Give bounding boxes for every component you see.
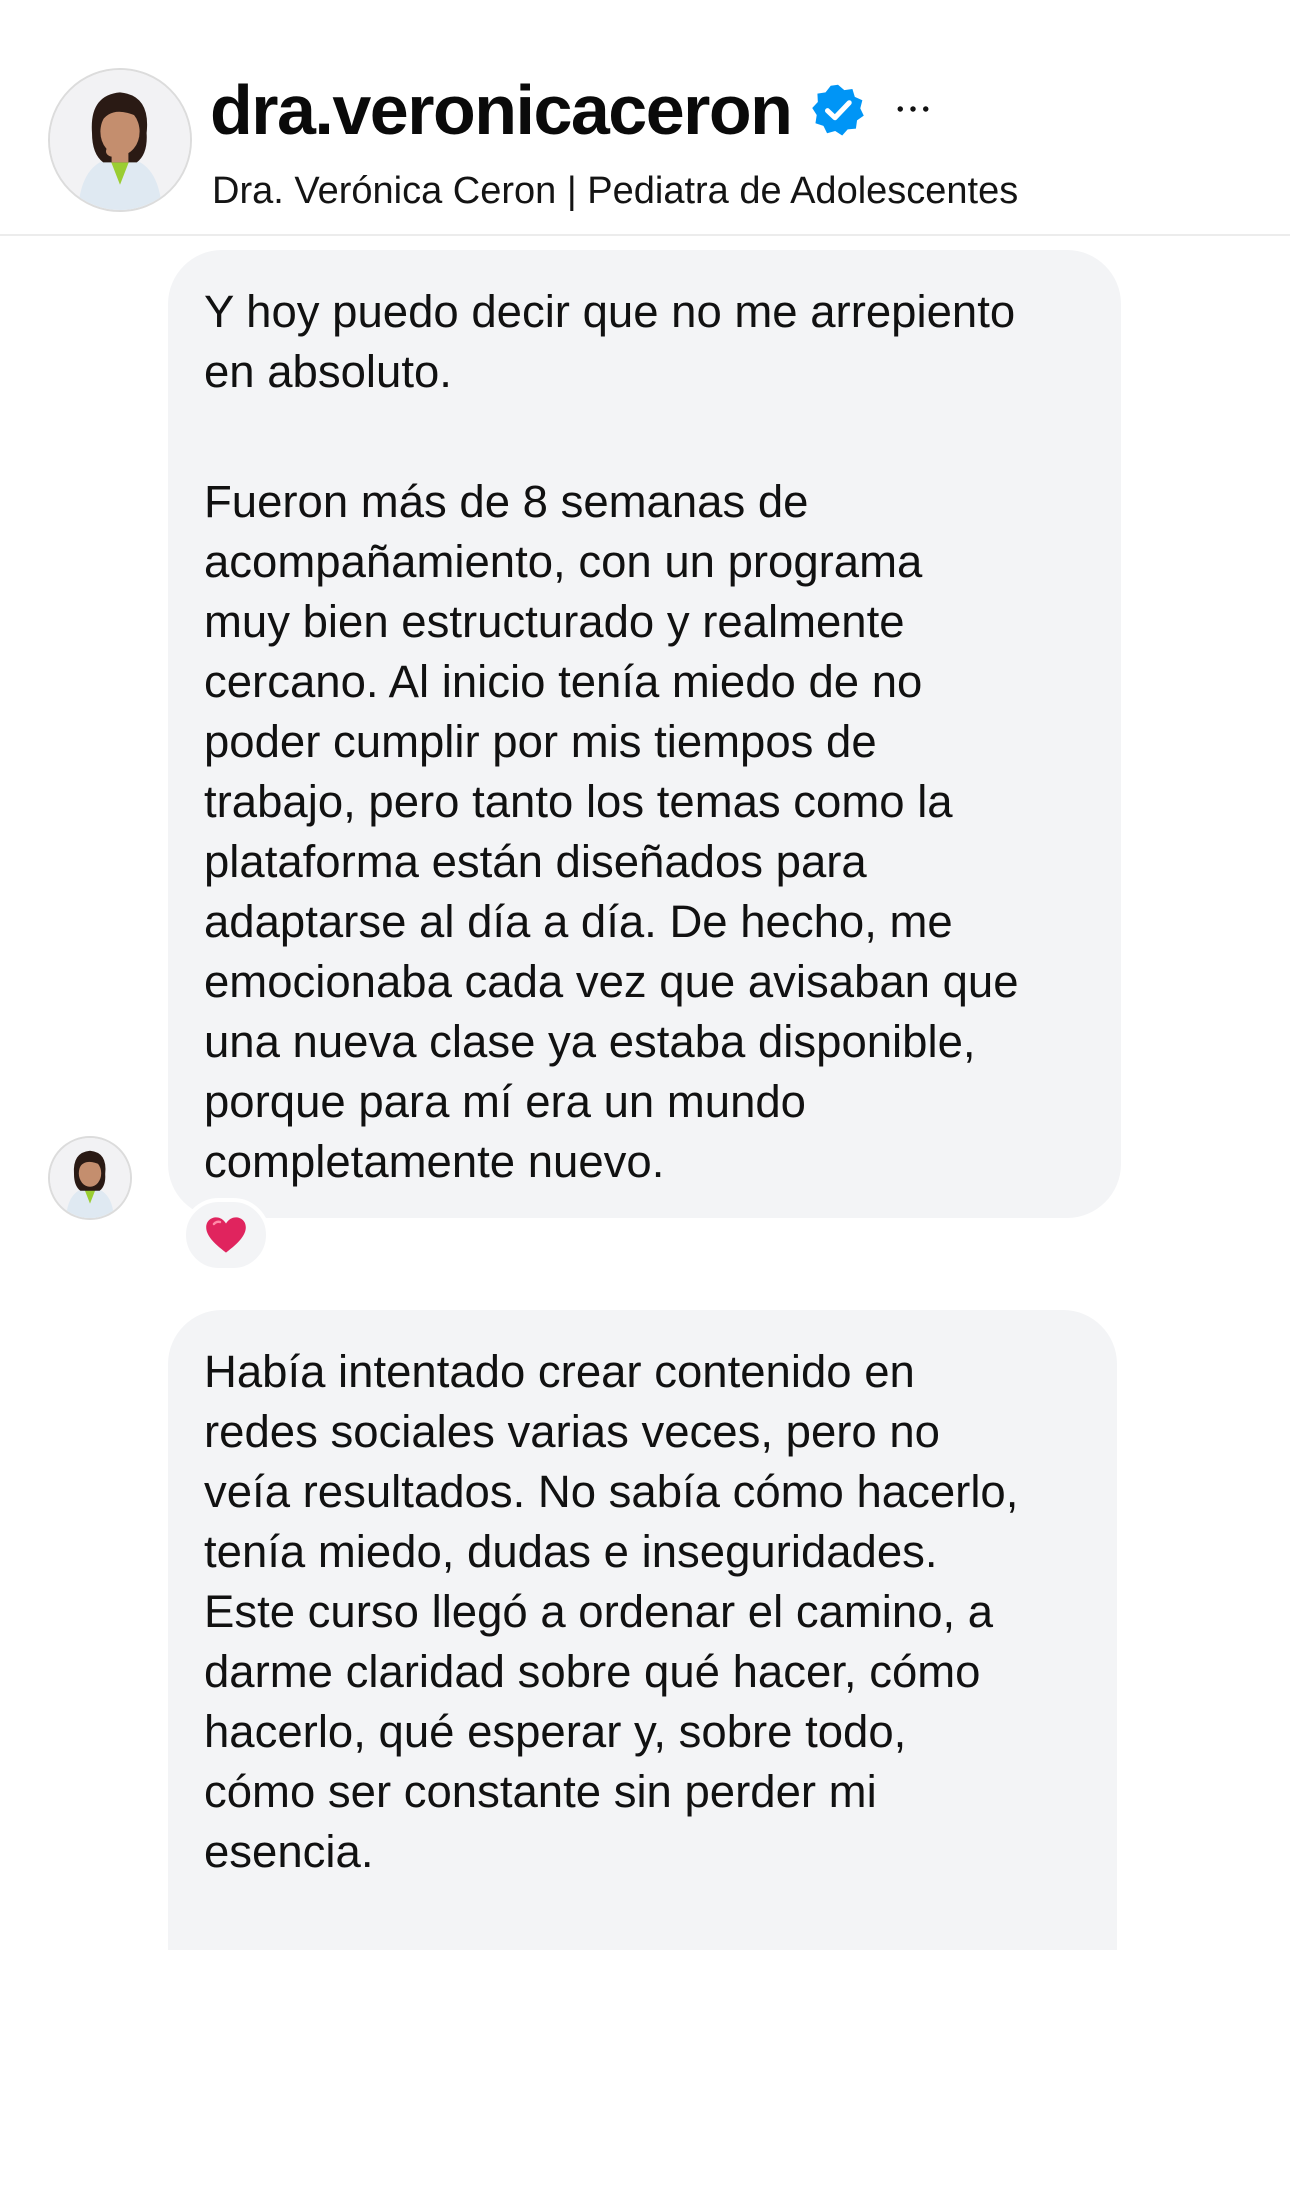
message-bubble[interactable]: Había intentado crear contenido en redes… [168,1310,1117,1950]
profile-subtitle: Dra. Verónica Ceron | Pediatra de Adoles… [212,170,1019,212]
more-options-icon[interactable] [888,84,938,134]
chat-header: dra.veronicaceron Dra. Verónica Ceron | … [0,0,1290,236]
heart-icon [206,1217,246,1253]
message-bubble[interactable]: Y hoy puedo decir que no me arrepiento e… [168,250,1121,1218]
verified-badge-icon [810,82,866,138]
avatar-image [50,1138,130,1218]
avatar-image [50,70,190,210]
sender-avatar[interactable] [48,1136,132,1220]
message-text: Y hoy puedo decir que no me arrepiento e… [204,286,1016,397]
profile-avatar[interactable] [48,68,192,212]
message-text: Fueron más de 8 semanas de acompañamient… [204,476,1019,1187]
message-text: Había intentado crear contenido en redes… [204,1346,1019,1877]
profile-username[interactable]: dra.veronicaceron [210,68,793,152]
message-reaction[interactable] [182,1198,270,1272]
